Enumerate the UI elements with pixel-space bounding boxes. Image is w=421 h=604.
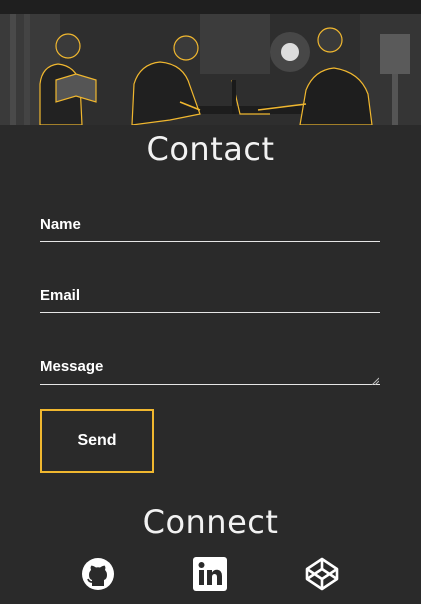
contact-heading: Contact — [146, 130, 275, 168]
codepen-icon — [305, 557, 339, 591]
connect-heading: Connect — [142, 503, 279, 541]
github-link[interactable] — [80, 556, 116, 592]
email-input[interactable] — [40, 289, 380, 313]
send-button[interactable]: Send — [40, 409, 154, 473]
codepen-link[interactable] — [304, 556, 340, 592]
hero-banner-image — [0, 14, 421, 125]
resize-handle-icon[interactable] — [371, 377, 379, 385]
name-input[interactable] — [40, 218, 380, 242]
message-textarea[interactable] — [40, 360, 380, 385]
linkedin-link[interactable] — [192, 556, 228, 592]
linkedin-icon — [193, 557, 227, 591]
github-icon — [82, 558, 114, 590]
top-bar — [0, 0, 421, 14]
